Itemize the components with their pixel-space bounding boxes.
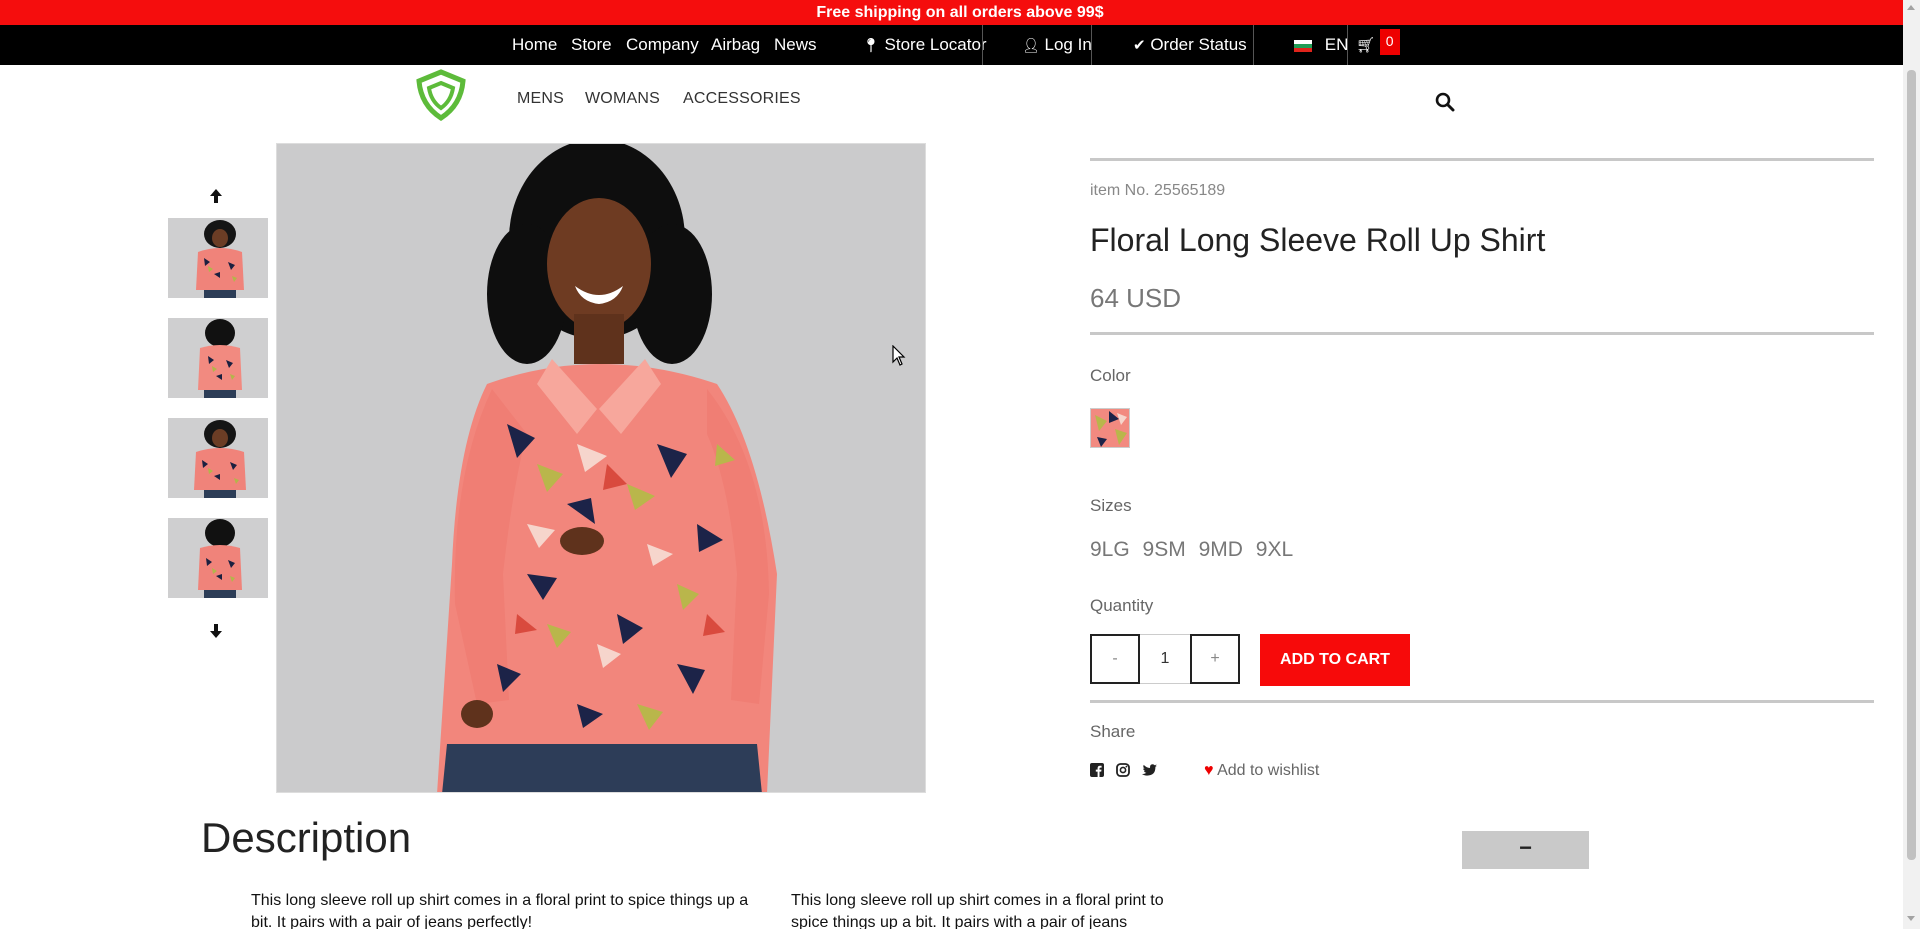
color-label: Color xyxy=(1090,366,1131,385)
size-option[interactable]: 9SM xyxy=(1143,538,1186,561)
size-options: 9LG 9SM 9MD 9XL xyxy=(1090,538,1300,562)
arrow-up-icon[interactable] xyxy=(207,187,225,205)
store-locator-label: Store Locator xyxy=(884,35,987,54)
nav-home[interactable]: Home xyxy=(512,25,557,65)
quantity-decrease-button[interactable]: - xyxy=(1090,634,1140,684)
mouse-cursor-icon xyxy=(892,345,906,366)
description-text: This long sleeve roll up shirt comes in … xyxy=(251,892,749,929)
brand-logo[interactable] xyxy=(414,69,468,121)
scroll-up-icon[interactable] xyxy=(1907,5,1915,10)
quantity-label: Quantity xyxy=(1090,596,1154,615)
divider xyxy=(1090,158,1874,161)
language-label: EN xyxy=(1324,35,1349,54)
collapse-description-button[interactable]: − xyxy=(1462,831,1589,869)
color-swatch[interactable] xyxy=(1090,408,1130,448)
product-price: 64 USD xyxy=(1090,283,1182,313)
search-icon[interactable] xyxy=(1435,92,1455,112)
nav-store[interactable]: Store xyxy=(571,25,612,65)
divider xyxy=(1090,700,1874,703)
size-option[interactable]: 9LG xyxy=(1090,538,1130,561)
quantity-increase-button[interactable]: + xyxy=(1190,634,1240,684)
top-navigation: Home Store Company Airbag News 📍︎ Store … xyxy=(0,25,1920,65)
flag-icon xyxy=(1294,39,1312,52)
user-icon: 👤︎ xyxy=(1022,37,1040,53)
language-switch[interactable]: EN xyxy=(1294,25,1348,65)
twitter-icon[interactable] xyxy=(1141,764,1157,777)
promo-banner: Free shipping on all orders above 99$ xyxy=(0,0,1920,25)
login-link[interactable]: 👤︎ Log In xyxy=(1022,25,1092,65)
add-to-wishlist-link[interactable]: ♥ Add to wishlist xyxy=(1204,762,1319,780)
facebook-icon[interactable] xyxy=(1090,763,1104,777)
category-accessories[interactable]: ACCESSORIES xyxy=(683,90,801,108)
divider xyxy=(1253,25,1254,65)
category-womans[interactable]: WOMANS xyxy=(585,90,660,108)
cart-count-badge: 0 xyxy=(1379,29,1400,55)
cart-icon: 🛒︎ xyxy=(1356,37,1376,54)
scrollbar-thumb[interactable] xyxy=(1907,70,1916,860)
login-label: Log In xyxy=(1044,35,1092,54)
share-label: Share xyxy=(1090,722,1136,741)
heart-icon: ♥ xyxy=(1204,762,1214,779)
thumbnail-image[interactable] xyxy=(168,218,268,298)
category-mens[interactable]: MENS xyxy=(517,90,564,108)
description-text: This long sleeve roll up shirt comes in … xyxy=(791,892,1164,929)
check-icon: ✔ xyxy=(1133,37,1146,54)
order-status-label: Order Status xyxy=(1150,35,1247,54)
share-icons xyxy=(1090,763,1157,780)
divider xyxy=(1091,25,1092,65)
thumbnail-image[interactable] xyxy=(168,518,268,598)
divider xyxy=(1090,332,1874,335)
item-number: item No. 25565189 xyxy=(1090,182,1226,199)
wishlist-label: Add to wishlist xyxy=(1217,762,1320,779)
nav-company[interactable]: Company xyxy=(626,25,699,65)
scroll-down-icon[interactable] xyxy=(1907,916,1915,921)
nav-news[interactable]: News xyxy=(774,25,817,65)
add-to-cart-button[interactable]: ADD TO CART xyxy=(1260,634,1410,686)
thumbnail-image[interactable] xyxy=(168,318,268,398)
page-scrollbar[interactable] xyxy=(1903,0,1920,929)
arrow-down-icon[interactable] xyxy=(207,622,225,640)
product-title: Floral Long Sleeve Roll Up Shirt xyxy=(1090,222,1546,258)
store-locator-link[interactable]: 📍︎ Store Locator xyxy=(862,25,987,65)
size-option[interactable]: 9MD xyxy=(1199,538,1243,561)
description-heading: Description xyxy=(201,814,412,861)
thumbnail-image[interactable] xyxy=(168,418,268,498)
instagram-icon[interactable] xyxy=(1115,763,1130,777)
nav-airbag[interactable]: Airbag xyxy=(711,25,760,65)
map-marker-icon: 📍︎ xyxy=(862,37,880,53)
cart-button[interactable]: 🛒︎ 0 xyxy=(1356,25,1400,65)
main-product-image[interactable] xyxy=(276,143,926,793)
divider xyxy=(982,25,983,65)
sizes-label: Sizes xyxy=(1090,496,1132,515)
order-status-link[interactable]: ✔ Order Status xyxy=(1133,25,1247,65)
quantity-input[interactable]: 1 xyxy=(1140,634,1190,684)
size-option[interactable]: 9XL xyxy=(1256,538,1293,561)
divider xyxy=(1347,25,1348,65)
